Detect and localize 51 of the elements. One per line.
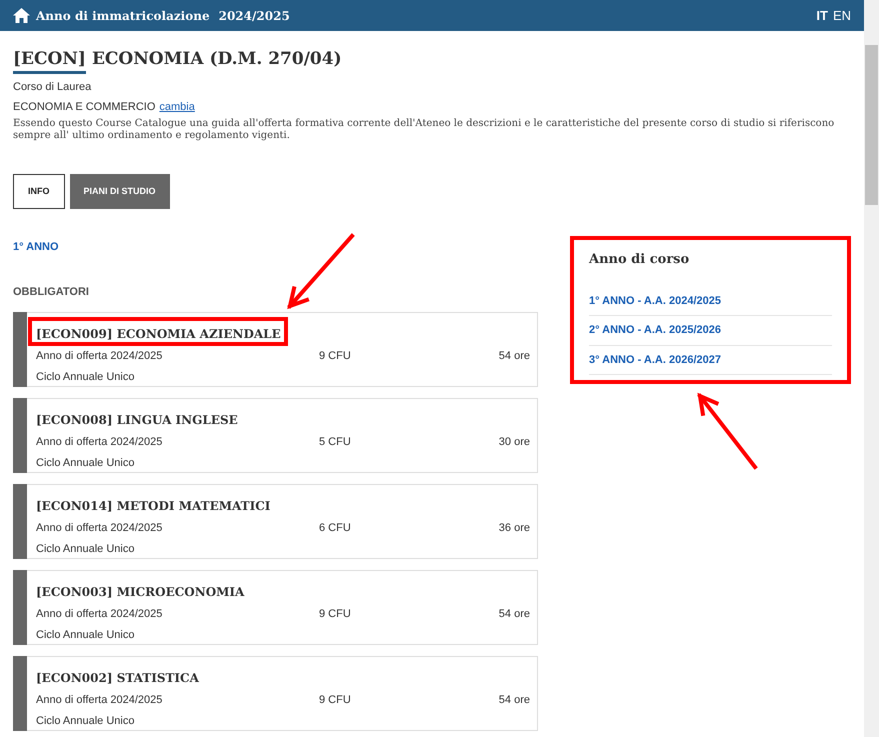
course-card[interactable]: [ECON003] MICROECONOMIA Anno di offerta 2024/2025 9 CFU 54 ore Ciclo Annuale Unico bbox=[13, 570, 538, 645]
credits: 9 CFU bbox=[319, 349, 351, 363]
change-link[interactable]: cambia bbox=[159, 98, 195, 115]
course-title[interactable]: [ECON008] LINGUA INGLESE bbox=[36, 413, 238, 427]
credits: 6 CFU bbox=[319, 521, 351, 535]
hours: 54 ore bbox=[498, 349, 530, 363]
course-title[interactable]: [ECON003] MICROECONOMIA bbox=[36, 585, 244, 599]
year-link[interactable]: 3° ANNO - A.A. 2026/2027 bbox=[589, 346, 832, 375]
course-cycle: Ciclo Annuale Unico bbox=[36, 542, 136, 557]
course-card[interactable]: [ECON014] METODI MATEMATICI Anno di offerta 2024/2025 6 CFU 36 ore Ciclo Annuale Unico bbox=[13, 484, 538, 559]
hours: 54 ore bbox=[498, 693, 530, 707]
program-title: ECONOMIA (D.M. 270/04) bbox=[92, 48, 342, 71]
tab[interactable]: PIANI DI STUDIO bbox=[70, 174, 170, 209]
enrollment-year-label: Anno di immatricolazione bbox=[36, 8, 210, 24]
offer-year: Anno di offerta 2024/2025 bbox=[36, 693, 164, 707]
panel-title: Anno di corso bbox=[589, 251, 690, 269]
section-heading: OBBLIGATORI bbox=[13, 284, 90, 300]
offer-year: Anno di offerta 2024/2025 bbox=[36, 349, 164, 363]
language-link[interactable]: EN bbox=[832, 6, 851, 26]
hours: 30 ore bbox=[498, 435, 530, 449]
description-text: Essendo questo Course Catalogue una guida all'offerta formativa corrente dell'Ateneo le descrizioni e le caratteristiche del presente corso di studio si riferiscono sempre all' ultimo ordinamento e regolamento vigenti. bbox=[13, 118, 836, 142]
program-name: ECONOMIA E COMMERCIO bbox=[13, 100, 156, 114]
offer-year: Anno di offerta 2024/2025 bbox=[36, 435, 164, 449]
offer-year: Anno di offerta 2024/2025 bbox=[36, 521, 164, 535]
hours: 54 ore bbox=[498, 607, 530, 621]
course-card[interactable]: [ECON008] LINGUA INGLESE Anno di offerta 2024/2025 5 CFU 30 ore Ciclo Annuale Unico bbox=[13, 398, 538, 473]
degree-type: Corso di Laurea bbox=[13, 80, 92, 95]
credits: 9 CFU bbox=[319, 693, 351, 707]
year-link[interactable]: 1° ANNO bbox=[13, 239, 538, 256]
year-link[interactable]: 2° ANNO - A.A. 2025/2026 bbox=[589, 316, 832, 346]
course-title[interactable]: [ECON002] STATISTICA bbox=[36, 671, 199, 685]
enrollment-year: 2024/2025 bbox=[218, 8, 290, 24]
course-card[interactable]: [ECON009] ECONOMIA AZIENDALE Anno di offerta 2024/2025 9 CFU 54 ore Ciclo Annuale Unico bbox=[13, 312, 538, 387]
course-cycle: Ciclo Annuale Unico bbox=[36, 456, 136, 471]
tab[interactable]: INFO bbox=[13, 174, 64, 209]
language-link[interactable]: IT bbox=[816, 6, 828, 26]
scrollbar[interactable] bbox=[864, 0, 879, 737]
course-title[interactable]: [ECON009] ECONOMIA AZIENDALE bbox=[36, 327, 281, 341]
offer-year: Anno di offerta 2024/2025 bbox=[36, 607, 164, 621]
course-cycle: Ciclo Annuale Unico bbox=[36, 628, 136, 643]
course-cycle: Ciclo Annuale Unico bbox=[36, 370, 136, 385]
year-link[interactable]: 1° ANNO - A.A. 2024/2025 bbox=[589, 286, 832, 316]
credits: 5 CFU bbox=[319, 435, 351, 449]
course-title[interactable]: [ECON014] METODI MATEMATICI bbox=[36, 499, 270, 513]
course-card[interactable]: [ECON002] STATISTICA Anno di offerta 2024/2025 9 CFU 54 ore Ciclo Annuale Unico bbox=[13, 656, 538, 731]
course-cycle: Ciclo Annuale Unico bbox=[36, 714, 136, 729]
home-icon[interactable] bbox=[13, 8, 30, 23]
credits: 9 CFU bbox=[319, 607, 351, 621]
scrollbar-thumb[interactable] bbox=[865, 45, 878, 205]
hours: 36 ore bbox=[498, 521, 530, 535]
program-code: [ECON] bbox=[13, 47, 86, 74]
